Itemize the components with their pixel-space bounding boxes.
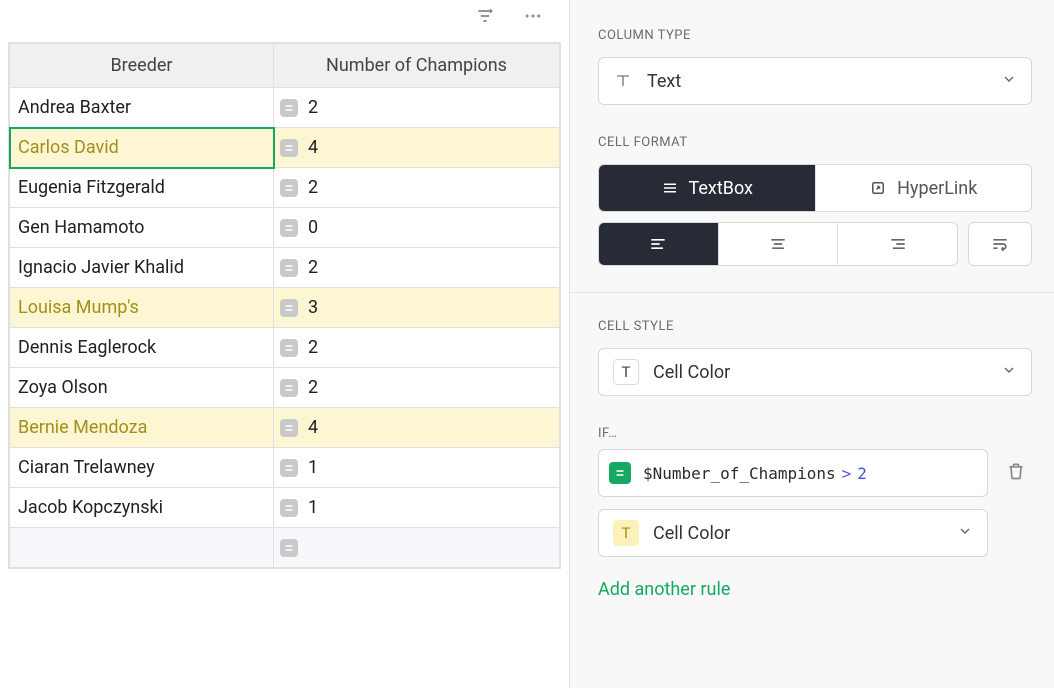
col-header-champions[interactable]: Number of Champions xyxy=(274,44,560,88)
breeder-cell[interactable]: Andrea Baxter xyxy=(10,88,274,128)
table-row[interactable]: Jacob Kopczynski1 xyxy=(10,488,560,528)
table-pane: Breeder Number of Champions Andrea Baxte… xyxy=(0,0,570,688)
breeder-cell[interactable]: Louisa Mump's xyxy=(10,288,274,328)
table-row-empty[interactable] xyxy=(10,528,560,568)
chevron-down-icon xyxy=(957,523,973,544)
text-type-icon xyxy=(613,71,633,91)
align-right-button[interactable] xyxy=(838,223,957,265)
rule-style-swatch: T xyxy=(613,520,639,546)
breeder-cell[interactable]: Bernie Mendoza xyxy=(10,408,274,448)
record-icon xyxy=(280,299,298,317)
champions-cell[interactable]: 3 xyxy=(274,288,560,328)
column-type-select[interactable]: Text xyxy=(598,57,1032,105)
record-icon xyxy=(280,339,298,357)
rule-cell-style-select[interactable]: T Cell Color xyxy=(598,509,988,557)
formula-icon xyxy=(609,462,631,484)
table-row[interactable]: Zoya Olson2 xyxy=(10,368,560,408)
align-left-button[interactable] xyxy=(599,223,719,265)
champions-cell[interactable]: 4 xyxy=(274,128,560,168)
champions-cell[interactable]: 2 xyxy=(274,368,560,408)
format-hyperlink-option[interactable]: HyperLink xyxy=(816,165,1032,211)
record-icon xyxy=(280,379,298,397)
record-icon xyxy=(280,259,298,277)
formula-input[interactable]: $Number_of_Champions >2 xyxy=(598,449,988,497)
record-icon xyxy=(280,99,298,117)
add-rule-link[interactable]: Add another rule xyxy=(598,579,730,600)
champions-cell[interactable]: 2 xyxy=(274,328,560,368)
breeder-cell[interactable]: Ciaran Trelawney xyxy=(10,448,274,488)
default-cell-style-select[interactable]: T Cell Color xyxy=(598,348,1032,396)
breeder-cell[interactable]: Eugenia Fitzgerald xyxy=(10,168,274,208)
breeder-cell[interactable]: Dennis Eaglerock xyxy=(10,328,274,368)
chevron-down-icon xyxy=(1001,362,1017,383)
record-icon xyxy=(280,419,298,437)
champions-cell[interactable]: 2 xyxy=(274,248,560,288)
cell-format-label: CELL FORMAT xyxy=(598,135,1032,150)
if-label: IF… xyxy=(598,426,1032,441)
column-type-value: Text xyxy=(647,71,1001,92)
format-textbox-option[interactable]: TextBox xyxy=(599,165,816,211)
more-icon[interactable] xyxy=(523,6,543,30)
cell-format-toggle: TextBox HyperLink xyxy=(598,164,1032,212)
table-row[interactable]: Ciaran Trelawney1 xyxy=(10,448,560,488)
delete-rule-button[interactable] xyxy=(1000,455,1032,491)
formula-var: $Number_of_Champions xyxy=(643,464,836,483)
text-align-group xyxy=(598,222,958,266)
breeder-cell[interactable]: Carlos David xyxy=(10,128,274,168)
table-row[interactable]: Gen Hamamoto0 xyxy=(10,208,560,248)
champions-cell[interactable]: 1 xyxy=(274,448,560,488)
champions-cell[interactable]: 2 xyxy=(274,168,560,208)
table-row[interactable]: Bernie Mendoza4 xyxy=(10,408,560,448)
format-textbox-label: TextBox xyxy=(689,178,753,199)
default-style-swatch: T xyxy=(613,359,639,385)
table-toolbar xyxy=(0,0,569,36)
column-type-label: COLUMN TYPE xyxy=(598,28,1032,43)
column-options-panel: COLUMN TYPE Text CELL FORMAT TextBox Hyp… xyxy=(570,0,1054,688)
record-icon xyxy=(280,499,298,517)
formula-text: $Number_of_Champions >2 xyxy=(643,464,867,483)
text-wrap-button[interactable] xyxy=(968,222,1032,266)
formula-val: 2 xyxy=(857,464,867,483)
record-icon xyxy=(280,179,298,197)
record-icon xyxy=(280,459,298,477)
filter-icon[interactable] xyxy=(475,6,495,30)
table-row[interactable]: Ignacio Javier Khalid2 xyxy=(10,248,560,288)
table-header-row: Breeder Number of Champions xyxy=(10,44,560,88)
table-row[interactable]: Louisa Mump's3 xyxy=(10,288,560,328)
champions-cell[interactable] xyxy=(274,528,560,568)
conditional-rule-row: $Number_of_Champions >2 xyxy=(598,449,1032,497)
champions-cell[interactable]: 4 xyxy=(274,408,560,448)
champions-cell[interactable]: 2 xyxy=(274,88,560,128)
record-icon xyxy=(280,219,298,237)
table-row[interactable]: Eugenia Fitzgerald2 xyxy=(10,168,560,208)
record-icon xyxy=(280,539,298,557)
breeder-cell[interactable] xyxy=(10,528,274,568)
breeder-cell[interactable]: Zoya Olson xyxy=(10,368,274,408)
alignment-row xyxy=(598,222,1032,266)
chevron-down-icon xyxy=(1001,71,1017,92)
champions-cell[interactable]: 0 xyxy=(274,208,560,248)
breeder-cell[interactable]: Gen Hamamoto xyxy=(10,208,274,248)
record-icon xyxy=(280,139,298,157)
cell-style-label: CELL STYLE xyxy=(598,319,1032,334)
table-row[interactable]: Andrea Baxter2 xyxy=(10,88,560,128)
formula-op: > xyxy=(842,464,852,483)
champions-cell[interactable]: 1 xyxy=(274,488,560,528)
col-header-breeder[interactable]: Breeder xyxy=(10,44,274,88)
table-row[interactable]: Carlos David4 xyxy=(10,128,560,168)
align-center-button[interactable] xyxy=(719,223,839,265)
breeder-cell[interactable]: Jacob Kopczynski xyxy=(10,488,274,528)
default-cell-style-value: Cell Color xyxy=(653,362,1001,383)
breeder-cell[interactable]: Ignacio Javier Khalid xyxy=(10,248,274,288)
table-row[interactable]: Dennis Eaglerock2 xyxy=(10,328,560,368)
data-table: Breeder Number of Champions Andrea Baxte… xyxy=(8,42,561,569)
format-hyperlink-label: HyperLink xyxy=(897,178,977,199)
rule-cell-style-value: Cell Color xyxy=(653,523,957,544)
